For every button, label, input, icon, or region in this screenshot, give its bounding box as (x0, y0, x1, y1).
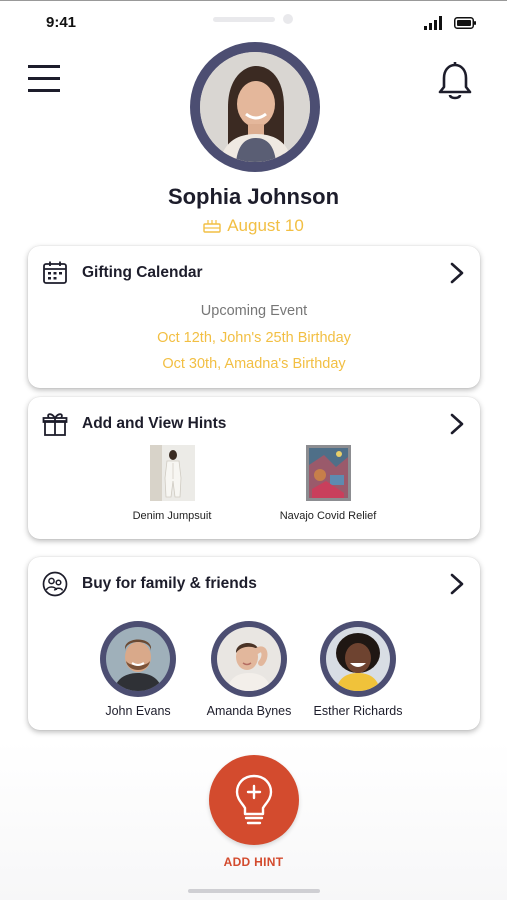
chevron-right-icon[interactable] (450, 573, 464, 595)
hint-thumbnail (149, 445, 195, 501)
birthday-date: August 10 (227, 216, 304, 235)
add-hint-button[interactable] (209, 755, 299, 845)
people-icon (42, 571, 68, 597)
person-avatar (211, 621, 287, 697)
cake-icon (203, 220, 221, 233)
hints-title: Add and View Hints (82, 415, 227, 432)
person-name: John Evans (105, 704, 171, 718)
person-item[interactable]: Esther Richards (303, 621, 413, 718)
profile-photo (200, 52, 310, 162)
home-indicator[interactable] (188, 889, 320, 893)
gifting-calendar-title: Gifting Calendar (82, 264, 203, 281)
lightbulb-plus-icon (235, 774, 273, 825)
gifting-calendar-header: Gifting Calendar (42, 260, 203, 286)
speaker-notch (213, 17, 275, 22)
profile-name: Sophia Johnson (167, 184, 340, 209)
status-bar: 9:41 (0, 0, 507, 40)
bell-icon[interactable] (437, 62, 473, 102)
family-header: Buy for family & friends (42, 571, 257, 597)
profile-avatar[interactable] (190, 42, 320, 172)
upcoming-event-label: Upcoming Event (200, 303, 308, 319)
hint-label: Denim Jumpsuit (132, 510, 212, 522)
person-item[interactable]: John Evans (83, 621, 193, 718)
person-name: Amanda Bynes (206, 704, 292, 718)
family-title: Buy for family & friends (82, 575, 257, 592)
person-item[interactable]: Amanda Bynes (194, 621, 304, 718)
hint-thumbnail (305, 445, 351, 501)
person-name: Esther Richards (313, 704, 403, 718)
upcoming-event-item[interactable]: Oct 12th, John's 25th Birthday (28, 330, 480, 346)
hint-item[interactable]: Navajo Covid Relief (263, 445, 393, 522)
birthday-row: August 10 (0, 216, 507, 236)
hints-header: Add and View Hints (42, 411, 226, 437)
signal-icon (424, 16, 442, 30)
gift-icon (42, 413, 68, 436)
battery-icon (454, 17, 476, 29)
chevron-right-icon[interactable] (450, 413, 464, 435)
person-avatar (320, 621, 396, 697)
calendar-icon (43, 261, 67, 284)
gifting-calendar-card[interactable]: Gifting Calendar Upcoming Event Oct 12th… (28, 246, 480, 388)
upcoming-event-item[interactable]: Oct 30th, Amadna's Birthday (28, 356, 480, 372)
camera-dot (283, 14, 293, 24)
add-hint-label[interactable]: ADD HINT (0, 855, 507, 869)
menu-icon[interactable] (28, 64, 60, 94)
hint-label: Navajo Covid Relief (279, 510, 377, 522)
status-time: 9:41 (46, 14, 77, 31)
chevron-right-icon[interactable] (450, 262, 464, 284)
hints-card[interactable]: Add and View Hints Denim Jumpsuit Navajo… (28, 397, 480, 539)
person-avatar (100, 621, 176, 697)
family-friends-card[interactable]: Buy for family & friends John Evans Aman… (28, 557, 480, 730)
hint-item[interactable]: Denim Jumpsuit (112, 445, 232, 522)
